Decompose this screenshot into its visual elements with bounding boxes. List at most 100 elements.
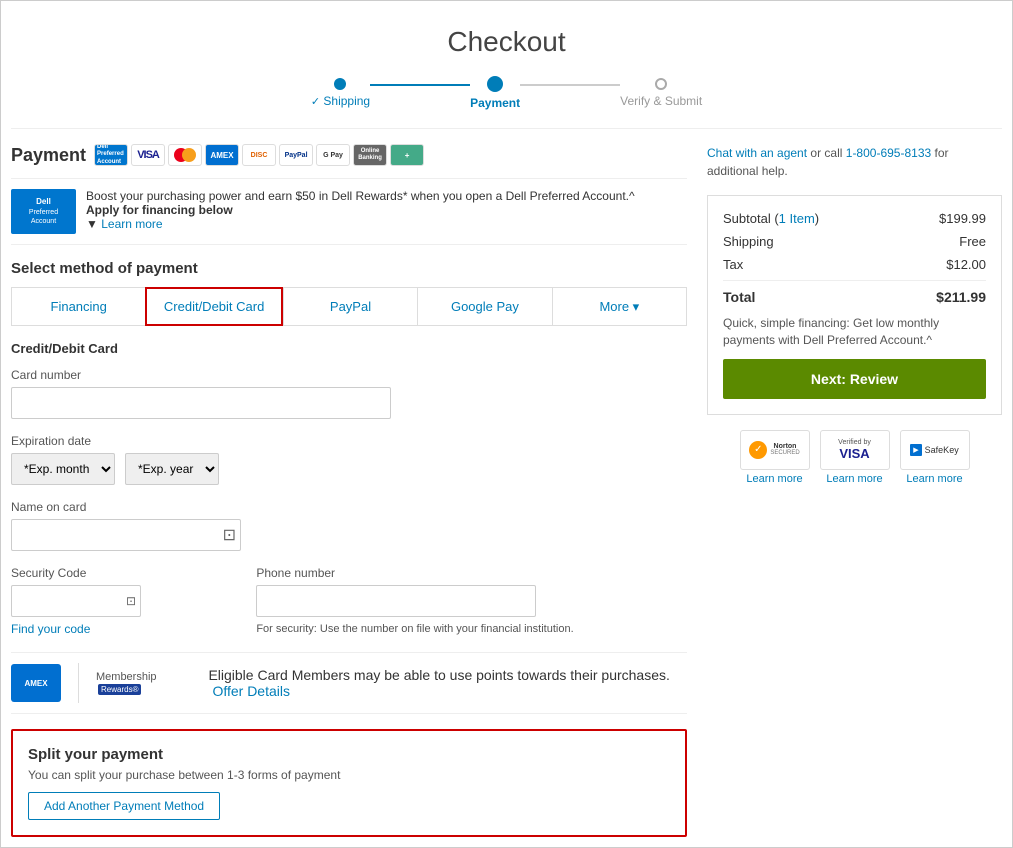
dell-learn-more-link[interactable]: Learn more	[101, 217, 162, 231]
shipping-label: Shipping	[723, 234, 774, 249]
dell-logo-line1: Dell	[29, 197, 58, 207]
dell-logo-line3: Account	[29, 217, 58, 226]
security-code-input[interactable]	[11, 585, 141, 617]
phone-number-col: Phone number For security: Use the numbe…	[256, 566, 687, 637]
security-code-label: Security Code	[11, 566, 226, 580]
payment-methods-row: Financing Credit/Debit Card PayPal Googl…	[11, 287, 687, 326]
phone-link[interactable]: 1-800-695-8133	[846, 146, 931, 160]
tax-value: $12.00	[946, 257, 986, 272]
card-number-label: Card number	[11, 368, 687, 382]
online-card-icon: Online Banking	[353, 144, 387, 166]
phone-input[interactable]	[256, 585, 536, 617]
credit-debit-btn[interactable]: Credit/Debit Card	[145, 287, 282, 326]
name-card-icon: ⊡	[223, 525, 236, 545]
dell-apply-text: Apply for financing below	[86, 203, 233, 217]
name-on-card-group: Name on card ⊡	[11, 500, 687, 551]
expiration-row: *Exp. month *Exp. year	[11, 453, 687, 485]
norton-inner: ✓ Norton SECURED	[749, 441, 799, 459]
safekey-learn-more[interactable]: Learn more	[906, 473, 962, 485]
amex-card-icon: AMEX	[205, 144, 239, 166]
extra-card-icon: +	[390, 144, 424, 166]
select-method-title: Select method of payment	[11, 260, 687, 277]
split-payment-desc: You can split your purchase between 1-3 …	[28, 768, 670, 782]
discover-card-icon: DISC	[242, 144, 276, 166]
exp-month-select[interactable]: *Exp. month	[11, 453, 115, 485]
connector-1	[370, 84, 470, 86]
expiration-label: Expiration date	[11, 434, 687, 448]
mc-card-icon	[168, 144, 202, 166]
shipping-value: Free	[959, 234, 986, 249]
chat-agent-link[interactable]: Chat with an agent	[707, 146, 807, 160]
phone-label: Phone number	[256, 566, 687, 580]
norton-check-icon: ✓	[749, 441, 767, 459]
help-text-middle: or call	[810, 146, 845, 160]
connector-2	[520, 84, 620, 86]
split-payment-section: Split your payment You can split your pu…	[11, 729, 687, 837]
safekey-text: SafeKey	[925, 445, 959, 455]
security-icon: ⊡	[126, 594, 136, 608]
phone-security-note: For security: Use the number on file wit…	[256, 622, 687, 637]
step-label-payment: Payment	[470, 96, 520, 110]
card-number-input[interactable]	[11, 387, 391, 419]
checkout-header: Checkout ✓ Shipping Payment	[11, 11, 1002, 129]
subtotal-value: $199.99	[939, 211, 986, 226]
dell-logo-line2: Preferred	[29, 208, 58, 217]
visa-card-icon: VISA	[131, 144, 165, 166]
safekey-amex-icon: ▶	[910, 444, 921, 456]
next-review-button[interactable]: Next: Review	[723, 359, 986, 399]
payment-title: Payment	[11, 145, 86, 166]
step-payment: Payment	[470, 76, 520, 110]
google-pay-btn[interactable]: Google Pay	[417, 287, 551, 326]
security-phone-row: Security Code ⊡ Find your code Phone num…	[11, 566, 687, 637]
amex-membership-logo: AMEX	[11, 664, 61, 702]
visa-badge-logo: VISA	[839, 446, 869, 461]
subtotal-row: Subtotal (1 Item) $199.99	[723, 211, 986, 226]
safekey-badge-item: ▶ SafeKey Learn more	[900, 430, 970, 485]
paypal-btn[interactable]: PayPal	[283, 287, 417, 326]
security-code-wrapper: ⊡	[11, 585, 226, 617]
credit-debit-form-title: Credit/Debit Card	[11, 341, 687, 356]
dell-logo: Dell Preferred Account	[11, 189, 76, 234]
financing-btn[interactable]: Financing	[11, 287, 145, 326]
dell-card-icon: Dell Preferred Account	[94, 144, 128, 166]
step-dot-payment	[487, 76, 503, 92]
dell-banner-content: Boost your purchasing power and earn $50…	[86, 189, 635, 231]
membership-section: AMEX Membership Rewards® Eligible Card M…	[11, 652, 687, 714]
total-row: Total $211.99	[723, 280, 986, 305]
more-btn[interactable]: More ▾	[552, 287, 687, 326]
name-on-card-input[interactable]	[11, 519, 241, 551]
item-count-link[interactable]: 1 Item	[779, 211, 815, 226]
gpay-card-icon: G Pay	[316, 144, 350, 166]
norton-learn-more[interactable]: Learn more	[746, 473, 802, 485]
membership-main-text: Eligible Card Members may be able to use…	[208, 667, 687, 699]
norton-badge-item: ✓ Norton SECURED Learn more	[740, 430, 810, 485]
financing-note: Quick, simple financing: Get low monthly…	[723, 315, 986, 349]
left-column: Payment Dell Preferred Account VISA AMEX…	[11, 144, 687, 837]
name-on-card-wrapper: ⊡	[11, 519, 687, 551]
step-label-shipping: ✓ Shipping	[311, 94, 370, 108]
expiration-group: Expiration date *Exp. month *Exp. year	[11, 434, 687, 485]
name-on-card-label: Name on card	[11, 500, 687, 514]
shipping-row: Shipping Free	[723, 234, 986, 249]
progress-steps: ✓ Shipping Payment Verify & Submit	[11, 68, 1002, 118]
exp-year-select[interactable]: *Exp. year	[125, 453, 219, 485]
visa-learn-more[interactable]: Learn more	[826, 473, 882, 485]
payment-header: Payment Dell Preferred Account VISA AMEX…	[11, 144, 687, 166]
security-badges: ✓ Norton SECURED Learn more Verified by	[707, 430, 1002, 485]
norton-text: Norton SECURED	[770, 443, 799, 456]
visa-verified-badge-item: Verified by VISA Learn more	[820, 430, 890, 485]
step-label-verify: Verify & Submit	[620, 94, 702, 108]
visa-verified-badge: Verified by VISA	[820, 430, 890, 470]
offer-details-link[interactable]: Offer Details	[212, 683, 290, 699]
page-title: Checkout	[11, 26, 1002, 58]
dell-banner-main-text: Boost your purchasing power and earn $50…	[86, 189, 635, 203]
total-value: $211.99	[936, 289, 986, 305]
dell-preferred-banner: Dell Preferred Account Boost your purcha…	[11, 178, 687, 245]
add-payment-method-button[interactable]: Add Another Payment Method	[28, 792, 220, 820]
card-number-group: Card number	[11, 368, 687, 419]
membership-label: Membership Rewards®	[96, 671, 191, 695]
right-column: Chat with an agent or call 1-800-695-813…	[707, 144, 1002, 837]
safekey-badge: ▶ SafeKey	[900, 430, 970, 470]
visa-verified-text: Verified by	[838, 439, 871, 446]
find-code-link[interactable]: Find your code	[11, 622, 226, 636]
